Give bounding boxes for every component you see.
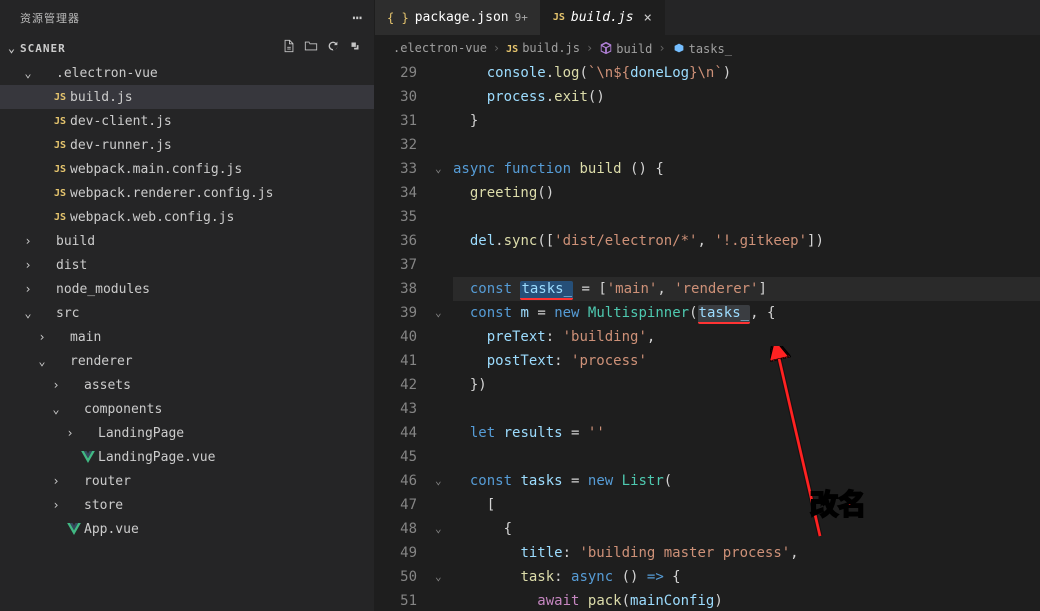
annotation-text: 改名: [810, 493, 866, 517]
explorer-title: 资源管理器: [20, 10, 348, 26]
editor-area: { }package.json9+JSbuild.js× .electron-v…: [375, 0, 1040, 611]
sidebar-header: 资源管理器 ⋯: [0, 0, 374, 35]
chevron-icon: ›: [62, 426, 78, 440]
file-tree[interactable]: ⌄.electron-vueJSbuild.jsJSdev-client.jsJ…: [0, 61, 374, 611]
refresh-icon[interactable]: [326, 39, 340, 57]
sidebar: 资源管理器 ⋯ ⌄ SCANER ⌄.electron-vueJSbuild.j…: [0, 0, 375, 611]
tree-item[interactable]: ⌄components: [0, 397, 374, 421]
chevron-icon: ›: [20, 282, 36, 296]
chevron-icon: ⌄: [48, 402, 64, 416]
tree-item[interactable]: JSwebpack.main.config.js: [0, 157, 374, 181]
breadcrumb-item[interactable]: .electron-vue: [393, 41, 487, 55]
tab[interactable]: JSbuild.js×: [541, 0, 665, 35]
chevron-icon: ⌄: [34, 354, 50, 368]
tree-item[interactable]: JSdev-runner.js: [0, 133, 374, 157]
chevron-icon: ›: [48, 474, 64, 488]
line-numbers: 2930313233343536373839404142434445464748…: [375, 61, 435, 611]
chevron-icon: ⌄: [20, 66, 36, 80]
chevron-icon: ›: [48, 498, 64, 512]
tree-item[interactable]: LandingPage.vue: [0, 445, 374, 469]
collapse-icon[interactable]: [348, 39, 362, 57]
tree-item[interactable]: ⌄renderer: [0, 349, 374, 373]
breadcrumb-item[interactable]: build: [599, 41, 652, 56]
chevron-icon: ›: [48, 378, 64, 392]
tree-item[interactable]: ›store: [0, 493, 374, 517]
breadcrumb-item[interactable]: tasks_: [672, 41, 732, 56]
chevron-icon: ›: [34, 330, 50, 344]
code-editor[interactable]: 2930313233343536373839404142434445464748…: [375, 61, 1040, 611]
tree-item[interactable]: ⌄src: [0, 301, 374, 325]
tree-item[interactable]: ›dist: [0, 253, 374, 277]
breadcrumbs[interactable]: .electron-vue›JSbuild.js›build›tasks_: [375, 35, 1040, 61]
more-icon[interactable]: ⋯: [348, 8, 366, 27]
tree-item[interactable]: ›router: [0, 469, 374, 493]
tree-item[interactable]: ›main: [0, 325, 374, 349]
tree-item[interactable]: ›assets: [0, 373, 374, 397]
tree-item[interactable]: JSbuild.js: [0, 85, 374, 109]
fold-column[interactable]: ⌄⌄⌄⌄⌄: [435, 61, 453, 611]
tree-item[interactable]: ⌄.electron-vue: [0, 61, 374, 85]
new-file-icon[interactable]: [282, 39, 296, 57]
tree-item[interactable]: ›node_modules: [0, 277, 374, 301]
chevron-icon: ›: [20, 234, 36, 248]
tab-bar[interactable]: { }package.json9+JSbuild.js×: [375, 0, 1040, 35]
close-icon[interactable]: ×: [640, 10, 652, 26]
tree-item[interactable]: App.vue: [0, 517, 374, 541]
new-folder-icon[interactable]: [304, 39, 318, 57]
tree-item[interactable]: JSwebpack.renderer.config.js: [0, 181, 374, 205]
code-content[interactable]: console.log(`\n${doneLog}\n`) process.ex…: [453, 61, 1040, 611]
tab[interactable]: { }package.json9+: [375, 0, 541, 35]
tree-item[interactable]: JSdev-client.js: [0, 109, 374, 133]
chevron-icon: ›: [20, 258, 36, 272]
chevron-icon: ⌄: [20, 306, 36, 320]
chevron-down-icon: ⌄: [4, 41, 20, 55]
tree-item[interactable]: ›LandingPage: [0, 421, 374, 445]
breadcrumb-item[interactable]: JSbuild.js: [506, 41, 580, 55]
tree-item[interactable]: ›build: [0, 229, 374, 253]
tree-item[interactable]: JSwebpack.web.config.js: [0, 205, 374, 229]
section-label: SCANER: [20, 42, 282, 55]
section-header[interactable]: ⌄ SCANER: [0, 35, 374, 61]
